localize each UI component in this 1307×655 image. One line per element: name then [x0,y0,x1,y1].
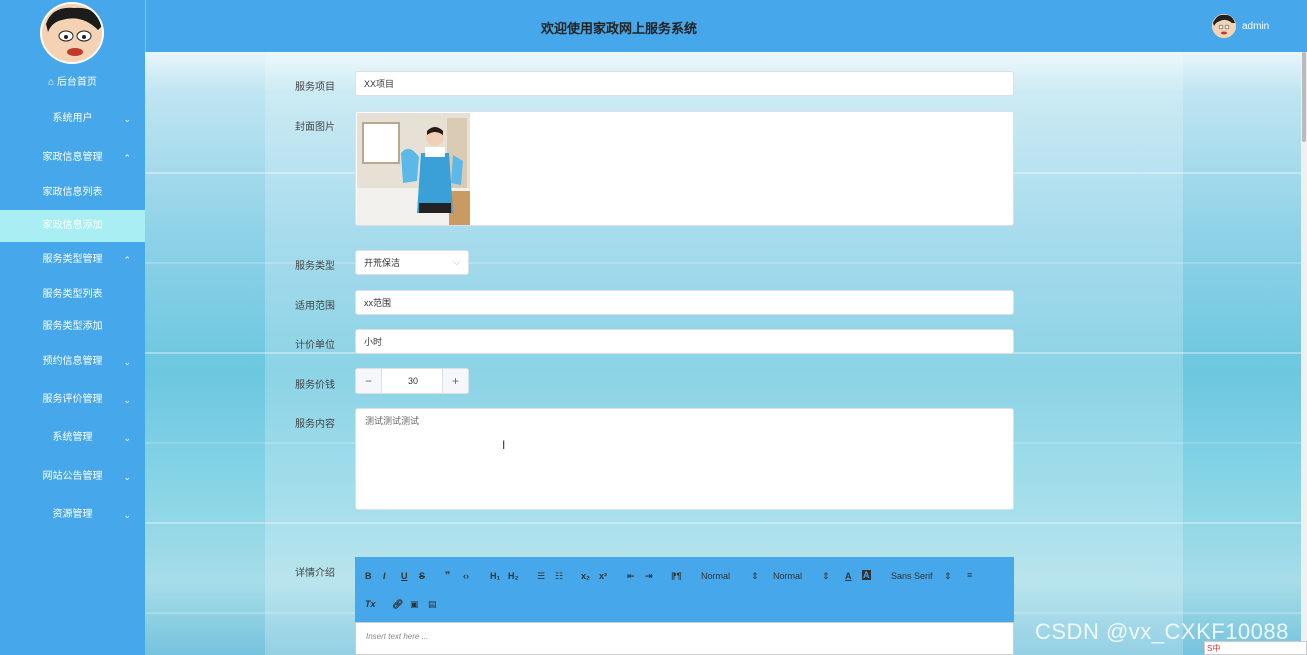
sidebar-item-0[interactable]: ⌂ 后台首页 [0,67,145,99]
unit-input[interactable]: 小时 [355,329,1014,354]
sidebar-item-label: 后台首页 [56,77,97,88]
sidebar-item-label: 家政信息管理 [42,152,103,163]
background-color-icon[interactable]: A [862,570,871,580]
username: admin [1242,20,1270,32]
sidebar-item-label: 家政信息添加 [42,220,103,231]
scrollbar-thumb[interactable] [1302,52,1306,142]
chevron-down-icon: ⌄ [123,357,131,367]
sidebar-item-1[interactable]: 系统用户 ⌄ [0,103,145,135]
service-type-select[interactable]: 开荒保洁 ⌵ [355,250,469,275]
scope-label: 适用范围 [295,301,335,312]
avatar[interactable] [40,2,104,64]
h1-button[interactable]: H₁ [490,571,500,581]
ordered-list-button[interactable]: ☰ [537,571,545,582]
header-select-arrow-icon: ⇕ [822,571,830,581]
sidebar-item-label: 服务类型列表 [42,289,103,300]
sidebar-item-2[interactable]: 家政信息管理 ⌃ [0,142,145,174]
price-label: 服务价钱 [295,380,335,391]
blockquote-button[interactable]: ❞ [445,570,450,581]
chevron-down-icon: ⌵ [453,257,460,267]
indent-button[interactable]: ⇥ [645,571,653,582]
service-type-label: 服务类型 [295,261,335,272]
chevron-down-icon: ⌄ [123,472,131,482]
sidebar: ⌂ 后台首页 系统用户 ⌄ 家政信息管理 ⌃ 家政信息列表 家政信息添加 服务类型管理 ⌃ 服务类… [0,0,145,655]
sidebar-item-12[interactable]: 资源管理 ⌄ [0,499,145,531]
chevron-down-icon: ⌄ [123,433,131,443]
link-icon[interactable]: 🔗︎ [392,599,403,610]
scrollbar[interactable] [1301,52,1307,655]
unit-label: 计价单位 [295,340,335,351]
sidebar-item-3[interactable]: 家政信息列表 [0,177,145,209]
rich-text-toolbar: B I U S ❞ ‹› H₁ H₂ ☰ ☷ x₂ x² ⇤ ⇥ ⁋¶ Norm… [355,557,1014,622]
chevron-up-icon: ⌃ [123,255,131,265]
scope-input[interactable]: xx范围 [355,290,1014,315]
cover-label: 封面图片 [295,122,335,133]
sidebar-item-label: 家政信息列表 [42,187,103,198]
text-color-icon[interactable]: A [845,571,852,581]
outdent-button[interactable]: ⇤ [627,571,635,582]
size-select-arrow-icon: ⇕ [751,571,759,581]
strike-button[interactable]: S [419,571,425,581]
sidebar-item-label: 服务评价管理 [42,394,103,405]
subscript-button[interactable]: x₂ [581,571,590,581]
sidebar-item-8[interactable]: 预约信息管理 ⌄ [0,346,145,378]
text-direction-button[interactable]: ⁋¶ [671,571,682,582]
ime-toolbar[interactable]: S中 [1204,641,1307,655]
font-select-arrow-icon: ⇕ [944,571,952,581]
decrement-button[interactable]: − [356,369,382,393]
video-icon[interactable]: ▤ [428,599,437,610]
service-item-label: 服务项目 [295,82,335,93]
sidebar-item-6[interactable]: 服务类型列表 [0,279,145,311]
detail-label: 详情介绍 [295,568,335,579]
font-select[interactable]: Sans Serif [891,571,933,581]
price-stepper[interactable]: − 30 + [355,368,469,394]
sidebar-item-label: 服务类型管理 [42,254,103,265]
bold-button[interactable]: B [365,571,372,581]
sidebar-item-5[interactable]: 服务类型管理 ⌃ [0,244,145,276]
chevron-down-icon: ⌄ [123,395,131,405]
header-select[interactable]: Normal [773,571,802,581]
align-button[interactable]: ≡ [967,570,972,580]
sidebar-item-10[interactable]: 系统管理 ⌄ [0,422,145,454]
size-select[interactable]: Normal [701,571,730,581]
italic-button[interactable]: I [383,571,386,581]
underline-button[interactable]: U [401,571,408,581]
increment-button[interactable]: + [442,369,468,393]
text-cursor-icon: I [502,438,506,452]
chevron-up-icon: ⌃ [123,153,131,163]
service-type-value: 开荒保洁 [364,258,401,268]
sidebar-item-4[interactable]: 家政信息添加 [0,210,145,242]
bullet-list-button[interactable]: ☷ [555,571,563,582]
sidebar-item-label: 系统用户 [52,113,93,124]
home-icon: ⌂ [48,77,57,88]
header-title: 欢迎使用家政网上服务系统 [541,21,698,36]
sidebar-item-11[interactable]: 网站公告管理 ⌄ [0,461,145,493]
chevron-down-icon: ⌄ [123,510,131,520]
service-item-input[interactable]: XX项目 [355,71,1014,96]
h2-button[interactable]: H₂ [508,571,519,581]
top-header: 欢迎使用家政网上服务系统 admin [145,0,1307,52]
cover-image [357,113,470,225]
price-value[interactable]: 30 [382,369,444,393]
user-avatar[interactable] [1212,14,1236,38]
user-menu[interactable]: admin [1212,12,1269,40]
ime-label: S中 [1207,643,1221,653]
sidebar-item-label: 网站公告管理 [42,471,103,482]
sidebar-item-label: 服务类型添加 [42,321,103,332]
content-textarea[interactable]: 测试测试测试 [355,408,1014,510]
content-label: 服务内容 [295,419,335,430]
sidebar-item-9[interactable]: 服务评价管理 ⌄ [0,384,145,416]
sidebar-item-label: 预约信息管理 [42,356,103,367]
cover-upload[interactable] [355,111,1014,226]
chevron-down-icon: ⌄ [123,114,131,124]
image-icon[interactable]: ▣ [410,599,419,610]
sidebar-item-7[interactable]: 服务类型添加 [0,311,145,343]
rich-text-editor[interactable]: Insert text here ... [355,622,1014,655]
superscript-button[interactable]: x² [599,571,607,581]
sidebar-item-label: 系统管理 [52,432,93,443]
sidebar-item-label: 资源管理 [52,509,93,520]
code-block-button[interactable]: ‹› [463,571,469,581]
clean-format-button[interactable]: Tx [365,599,376,609]
